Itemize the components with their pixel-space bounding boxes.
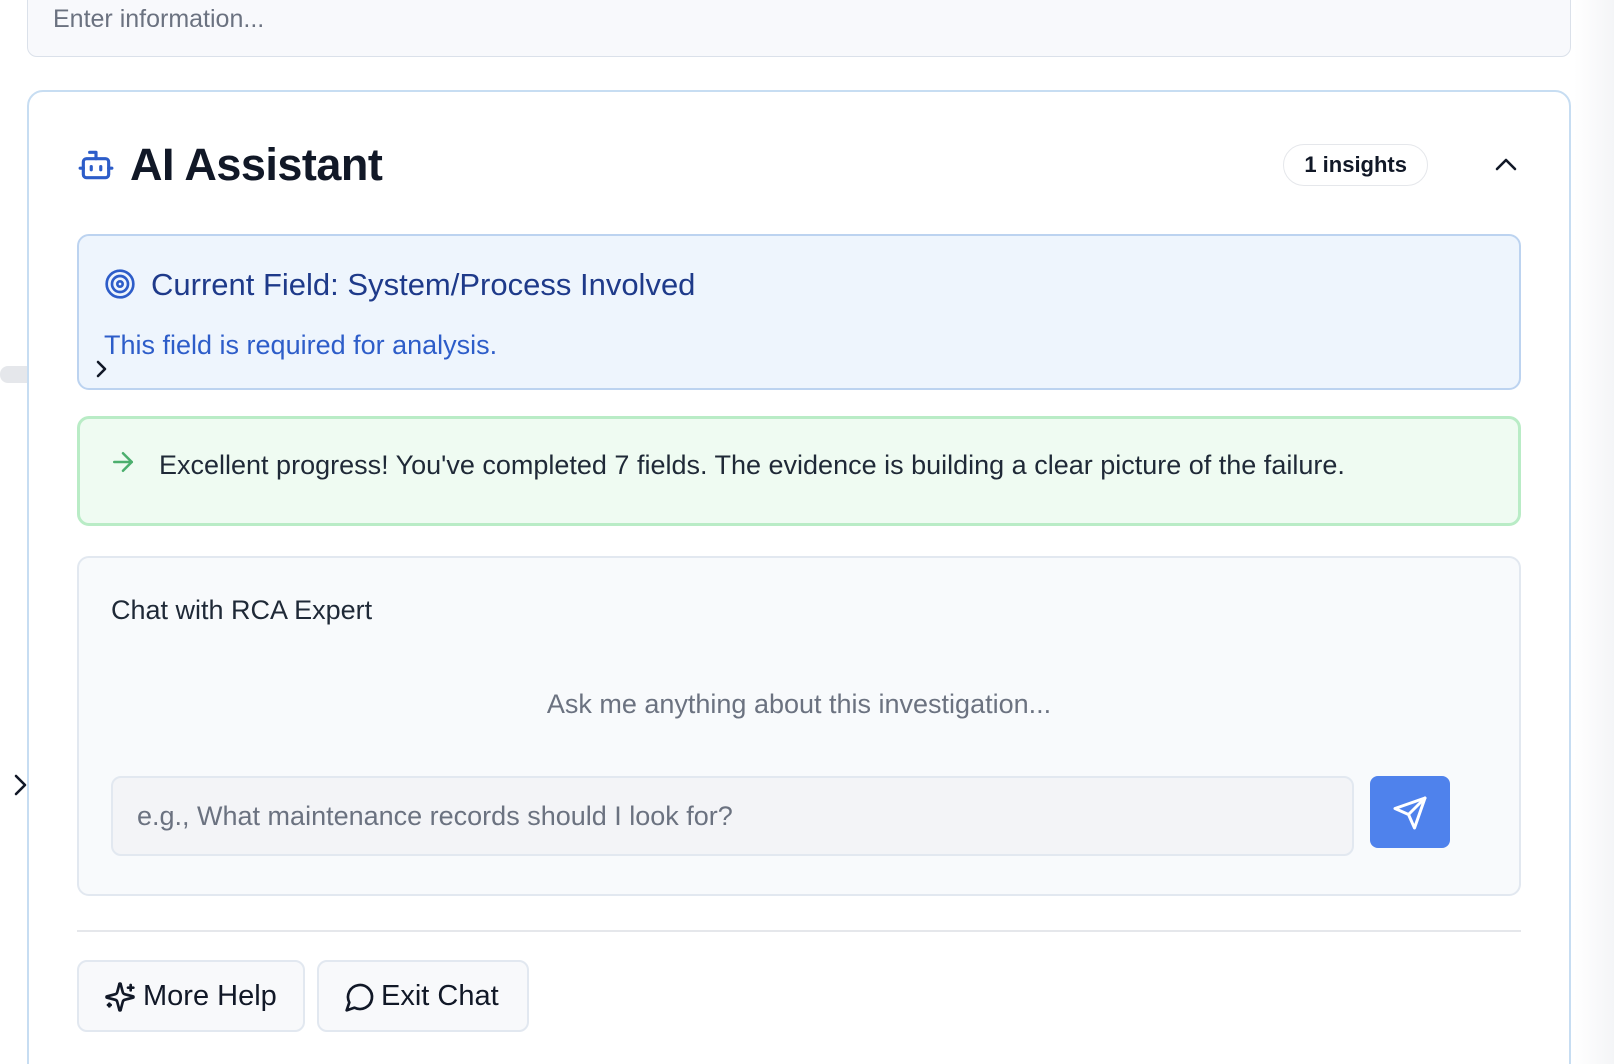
- ai-assistant-panel: AI Assistant 1 insights Current Field: S…: [27, 90, 1571, 1064]
- progress-message: Excellent progress! You've completed 7 f…: [159, 450, 1345, 480]
- assistant-title: AI Assistant: [130, 139, 383, 190]
- top-info-placeholder: Enter information...: [53, 5, 265, 33]
- top-info-input[interactable]: Enter information...: [27, 0, 1571, 57]
- bot-icon: [77, 146, 115, 184]
- chevron-up-icon[interactable]: [1491, 150, 1521, 180]
- progress-insight-card: Excellent progress! You've completed 7 f…: [77, 416, 1521, 526]
- exit-chat-button[interactable]: Exit Chat: [317, 960, 529, 1032]
- arrow-right-icon: [108, 447, 138, 477]
- message-circle-icon: [345, 983, 374, 1012]
- divider: [77, 930, 1521, 932]
- current-field-card: Current Field: System/Process Involved T…: [77, 234, 1521, 390]
- target-icon: [104, 268, 136, 300]
- send-button[interactable]: [1370, 776, 1450, 848]
- chat-message-input[interactable]: e.g., What maintenance records should I …: [111, 776, 1354, 856]
- assistant-header: AI Assistant 1 insights: [77, 136, 1521, 194]
- chat-input-placeholder: e.g., What maintenance records should I …: [137, 801, 733, 831]
- current-field-title: Current Field: System/Process Involved: [151, 267, 696, 302]
- more-help-button[interactable]: More Help: [77, 960, 305, 1032]
- more-help-label: More Help: [143, 980, 277, 1012]
- chat-title: Chat with RCA Expert: [111, 595, 373, 625]
- sparkles-icon: [105, 982, 135, 1012]
- chat-panel: Chat with RCA Expert Ask me anything abo…: [77, 556, 1521, 896]
- exit-chat-label: Exit Chat: [381, 980, 499, 1012]
- send-icon: [1393, 796, 1427, 830]
- current-field-message: This field is required for analysis.: [104, 330, 498, 360]
- scroll-edge: [1574, 0, 1614, 1064]
- chat-empty-state: Ask me anything about this investigation…: [546, 689, 1052, 719]
- insights-badge: 1 insights: [1283, 144, 1428, 186]
- chevron-right-icon[interactable]: [91, 358, 113, 380]
